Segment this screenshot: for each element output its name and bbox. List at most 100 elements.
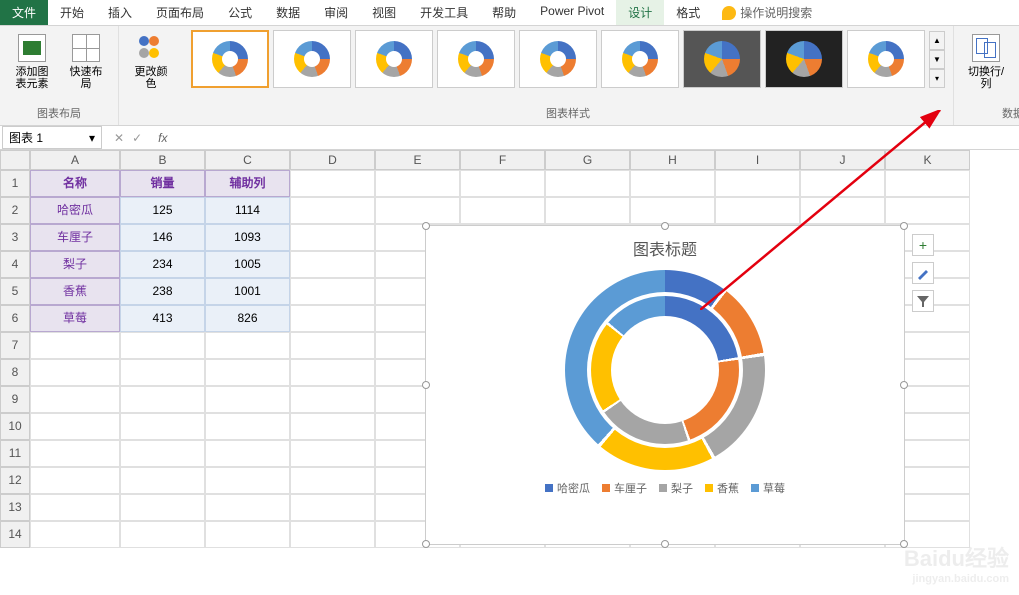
style-gallery-more[interactable]: ▾ bbox=[929, 69, 945, 88]
cell[interactable] bbox=[290, 521, 375, 548]
tell-me-search[interactable]: 操作说明搜索 bbox=[712, 0, 822, 25]
tab-data[interactable]: 数据 bbox=[264, 0, 312, 25]
cell[interactable] bbox=[460, 197, 545, 224]
cell[interactable]: 辅助列 bbox=[205, 170, 290, 197]
cell[interactable] bbox=[290, 251, 375, 278]
cell[interactable] bbox=[545, 197, 630, 224]
resize-handle[interactable] bbox=[422, 222, 430, 230]
row-header[interactable]: 9 bbox=[0, 386, 30, 413]
col-header-g[interactable]: G bbox=[545, 150, 630, 170]
cell[interactable]: 125 bbox=[120, 197, 205, 224]
cell[interactable] bbox=[120, 332, 205, 359]
row-header[interactable]: 14 bbox=[0, 521, 30, 548]
row-header[interactable]: 6 bbox=[0, 305, 30, 332]
chart-style-3[interactable] bbox=[355, 30, 433, 88]
tab-page-layout[interactable]: 页面布局 bbox=[144, 0, 216, 25]
row-header[interactable]: 13 bbox=[0, 494, 30, 521]
chart-legend[interactable]: 哈密瓜车厘子梨子香蕉草莓 bbox=[426, 470, 904, 496]
tab-review[interactable]: 审阅 bbox=[312, 0, 360, 25]
col-header-j[interactable]: J bbox=[800, 150, 885, 170]
col-header-d[interactable]: D bbox=[290, 150, 375, 170]
cell[interactable]: 车厘子 bbox=[30, 224, 120, 251]
chart-title[interactable]: 图表标题 bbox=[426, 226, 904, 270]
cell[interactable] bbox=[30, 413, 120, 440]
row-header[interactable]: 11 bbox=[0, 440, 30, 467]
row-header[interactable]: 1 bbox=[0, 170, 30, 197]
cell[interactable] bbox=[630, 170, 715, 197]
cell[interactable] bbox=[205, 467, 290, 494]
col-header-b[interactable]: B bbox=[120, 150, 205, 170]
cell[interactable]: 香蕉 bbox=[30, 278, 120, 305]
cell[interactable] bbox=[715, 170, 800, 197]
cell[interactable] bbox=[30, 494, 120, 521]
cell[interactable]: 名称 bbox=[30, 170, 120, 197]
cell[interactable] bbox=[290, 224, 375, 251]
cell[interactable] bbox=[205, 359, 290, 386]
style-scroll-up[interactable]: ▲ bbox=[929, 31, 945, 50]
row-header[interactable]: 8 bbox=[0, 359, 30, 386]
cell[interactable] bbox=[30, 359, 120, 386]
cell[interactable] bbox=[290, 332, 375, 359]
row-header[interactable]: 2 bbox=[0, 197, 30, 224]
tab-design[interactable]: 设计 bbox=[616, 0, 664, 25]
style-scroll-down[interactable]: ▼ bbox=[929, 50, 945, 69]
cell[interactable]: 826 bbox=[205, 305, 290, 332]
row-header[interactable]: 10 bbox=[0, 413, 30, 440]
cell[interactable] bbox=[375, 170, 460, 197]
cell[interactable] bbox=[630, 197, 715, 224]
tab-home[interactable]: 开始 bbox=[48, 0, 96, 25]
change-colors-button[interactable]: 更改颜色 bbox=[127, 30, 175, 92]
cell[interactable] bbox=[290, 413, 375, 440]
quick-layout-button[interactable]: 快速布局 bbox=[62, 30, 110, 92]
resize-handle[interactable] bbox=[661, 222, 669, 230]
cell[interactable]: 1093 bbox=[205, 224, 290, 251]
chart-style-2[interactable] bbox=[273, 30, 351, 88]
row-header[interactable]: 12 bbox=[0, 467, 30, 494]
cell[interactable] bbox=[205, 494, 290, 521]
row-header[interactable]: 3 bbox=[0, 224, 30, 251]
tab-format[interactable]: 格式 bbox=[664, 0, 712, 25]
cell[interactable] bbox=[290, 386, 375, 413]
cell[interactable] bbox=[205, 413, 290, 440]
cell[interactable] bbox=[885, 170, 970, 197]
cell[interactable] bbox=[290, 278, 375, 305]
cell[interactable]: 梨子 bbox=[30, 251, 120, 278]
cell[interactable] bbox=[30, 386, 120, 413]
col-header-i[interactable]: I bbox=[715, 150, 800, 170]
cell[interactable] bbox=[120, 413, 205, 440]
cell[interactable] bbox=[30, 521, 120, 548]
col-header-h[interactable]: H bbox=[630, 150, 715, 170]
chart-style-7[interactable] bbox=[683, 30, 761, 88]
resize-handle[interactable] bbox=[422, 540, 430, 548]
resize-handle[interactable] bbox=[900, 381, 908, 389]
chart-style-4[interactable] bbox=[437, 30, 515, 88]
resize-handle[interactable] bbox=[661, 540, 669, 548]
tab-help[interactable]: 帮助 bbox=[480, 0, 528, 25]
tab-formulas[interactable]: 公式 bbox=[216, 0, 264, 25]
cell[interactable]: 234 bbox=[120, 251, 205, 278]
cell[interactable] bbox=[205, 386, 290, 413]
tab-insert[interactable]: 插入 bbox=[96, 0, 144, 25]
cell[interactable] bbox=[800, 197, 885, 224]
col-header-c[interactable]: C bbox=[205, 150, 290, 170]
cell[interactable] bbox=[120, 467, 205, 494]
cell[interactable] bbox=[715, 197, 800, 224]
cell[interactable] bbox=[460, 170, 545, 197]
chart-style-1[interactable] bbox=[191, 30, 269, 88]
cell[interactable] bbox=[120, 359, 205, 386]
cell[interactable] bbox=[290, 170, 375, 197]
select-all-corner[interactable] bbox=[0, 150, 30, 170]
chart-style-6[interactable] bbox=[601, 30, 679, 88]
fx-icon[interactable]: fx bbox=[152, 131, 173, 145]
cell[interactable] bbox=[290, 467, 375, 494]
cell[interactable] bbox=[290, 359, 375, 386]
cell[interactable]: 1005 bbox=[205, 251, 290, 278]
cancel-icon[interactable]: ✕ bbox=[114, 131, 124, 145]
row-header[interactable]: 4 bbox=[0, 251, 30, 278]
chart-styles-button[interactable] bbox=[912, 262, 934, 284]
cell[interactable]: 1001 bbox=[205, 278, 290, 305]
confirm-icon[interactable]: ✓ bbox=[132, 131, 142, 145]
chart-style-8[interactable] bbox=[765, 30, 843, 88]
row-header[interactable]: 7 bbox=[0, 332, 30, 359]
cell[interactable] bbox=[290, 494, 375, 521]
